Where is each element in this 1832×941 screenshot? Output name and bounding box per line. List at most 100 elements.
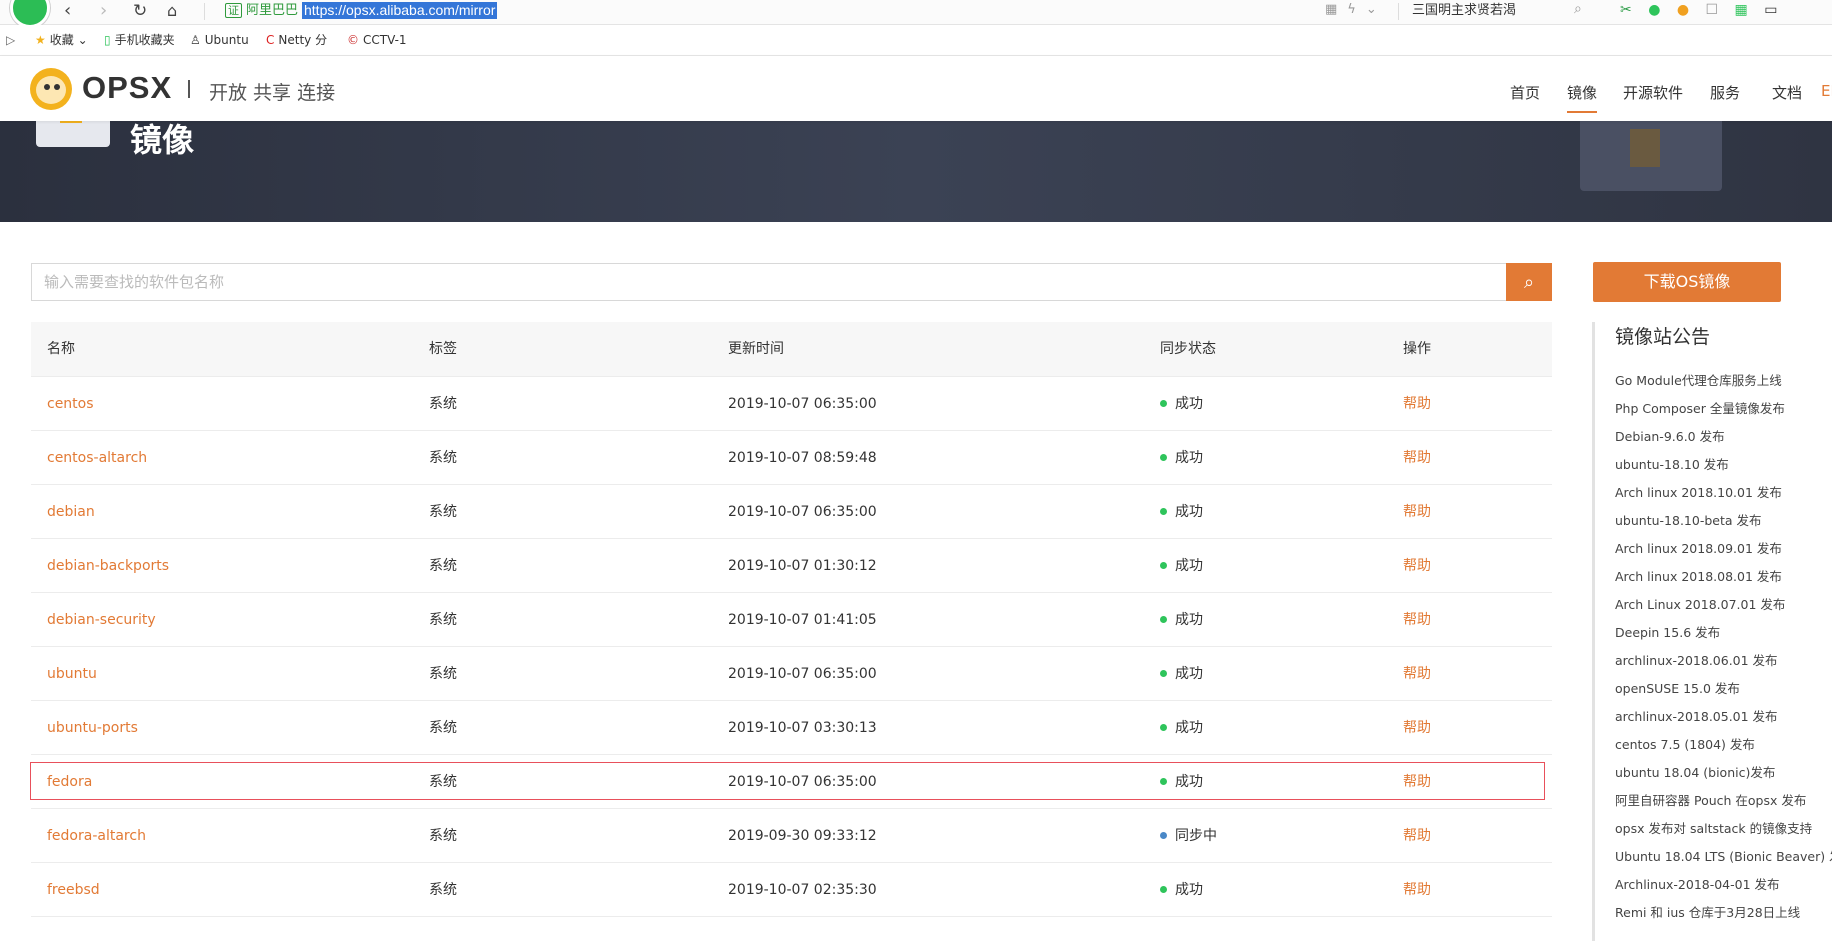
sync-status-label: 成功 [1175,396,1203,412]
help-link[interactable]: 帮助 [1403,377,1431,431]
nav-mirror[interactable]: 镜像 [1567,82,1598,113]
mirror-name-link[interactable]: centos [47,377,94,431]
scissors-icon[interactable]: ✂ [1620,2,1632,18]
page-title: 镜像 [130,121,195,159]
refresh-icon[interactable]: ↻ [133,1,147,21]
chevron-down-icon[interactable]: ⌄ [1366,2,1387,17]
help-link[interactable]: 帮助 [1403,593,1431,647]
announcement-item[interactable]: ubuntu-18.10-beta 发布 [1615,507,1832,535]
mirror-tag: 系统 [429,882,457,898]
nav-open-source[interactable]: 开源软件 [1623,82,1683,103]
bookmark-label: 收藏 [49,33,74,47]
help-link[interactable]: 帮助 [1403,863,1431,917]
announcement-item[interactable]: Arch linux 2018.09.01 发布 [1615,535,1832,563]
announcement-item[interactable]: openSUSE 15.0 发布 [1615,675,1832,703]
sync-status: 成功 [1160,485,1203,539]
announcement-item[interactable]: 阿里自研容器 Pouch 在opsx 发布 [1615,787,1832,815]
mirror-name-link[interactable]: centos-altarch [47,431,147,485]
lightning-icon[interactable]: ϟ [1347,2,1366,17]
announcement-item[interactable]: Deepin 15.6 发布 [1615,619,1832,647]
bookmark-favorites[interactable]: ★ 收藏 ⌄ [35,32,88,48]
announcement-item[interactable]: opsx 发布对 saltstack 的镜像支持 [1615,815,1832,843]
help-link[interactable]: 帮助 [1403,809,1431,863]
announcement-item[interactable]: Archlinux-2018-04-01 发布 [1615,871,1832,899]
status-dot-icon [1160,562,1167,569]
help-link[interactable]: 帮助 [1403,431,1431,485]
mirror-name-link[interactable]: fedora [47,755,92,809]
download-os-image-button[interactable]: 下载OS镜像 [1593,262,1781,302]
announcement-item[interactable]: archlinux-2018.06.01 发布 [1615,647,1832,675]
home-icon[interactable]: ⌂ [167,1,177,21]
announcement-item[interactable]: ubuntu-18.10 发布 [1615,451,1832,479]
search-icon[interactable]: ⌕ [1574,1,1582,17]
address-bar-tools[interactable]: ▦ϟ⌄ [1325,2,1387,17]
announcement-item[interactable]: Ubuntu 18.04 LTS (Bionic Beaver) 发布 [1615,843,1832,871]
certificate-label: 阿里巴巴 [246,3,299,18]
status-dot-icon [1160,670,1167,677]
mirror-name-link[interactable]: fedora-altarch [47,809,146,863]
forward-icon[interactable]: › [100,1,107,21]
table-header: 名称 标签 更新时间 同步状态 操作 [31,322,1552,377]
bookmark-mobile-favorites[interactable]: ▯ 手机收藏夹 [104,32,175,48]
mirror-updated-time: 2019-10-07 01:41:05 [728,612,877,628]
sync-status: 成功 [1160,431,1203,485]
nav-services[interactable]: 服务 [1710,82,1740,103]
back-icon[interactable]: ‹ [64,1,71,21]
mirror-updated-time: 2019-10-07 06:35:00 [728,396,877,412]
sidebar-toggle-icon[interactable]: ▷ [6,32,15,48]
mirror-name-link[interactable]: debian [47,485,95,539]
mirror-updated-time: 2019-10-07 01:30:12 [728,558,877,574]
translate-icon[interactable]: ● [1648,2,1660,18]
mirror-name-link[interactable]: ubuntu [47,647,97,701]
browser-logo-icon[interactable] [10,0,50,28]
nav-language[interactable]: EN [1821,82,1832,100]
search-input[interactable] [32,264,1516,300]
nav-docs[interactable]: 文档 [1772,82,1802,103]
brand-name[interactable]: OPSX [82,70,172,106]
qr-code-icon[interactable]: ▦ [1325,2,1347,17]
certificate-icon: 证 [225,3,242,18]
announcements-title: 镜像站公告 [1615,326,1711,348]
mirror-tag: 系统 [429,612,457,628]
mirror-table: 名称 标签 更新时间 同步状态 操作 centos 系统 2019-10-07 06… [31,322,1552,917]
face-icon[interactable]: ☐ [1706,2,1719,18]
bookmark-label: Ubuntu [204,33,249,47]
nav-home[interactable]: 首页 [1510,82,1540,103]
mirror-name-link[interactable]: debian-backports [47,539,169,593]
mirror-updated-time: 2019-10-07 03:30:13 [728,720,877,736]
coin-icon[interactable]: ● [1677,2,1689,18]
browser-search-field[interactable]: 三国明主求贤若渴 [1412,2,1516,20]
help-link[interactable]: 帮助 [1403,539,1431,593]
announcement-item[interactable]: Arch Linux 2018.07.01 发布 [1615,591,1832,619]
help-link[interactable]: 帮助 [1403,647,1431,701]
certificate-badge[interactable]: 证阿里巴巴 [225,2,298,20]
announcement-item[interactable]: Php Composer 全量镜像发布 [1615,395,1832,423]
sync-status: 成功 [1160,539,1203,593]
mirror-updated-time: 2019-10-07 06:35:00 [728,504,877,520]
address-bar[interactable]: https://opsx.alibaba.com/mirror [302,2,498,19]
opsx-mascot-logo-icon[interactable] [30,68,72,110]
battery-icon[interactable]: ▭ [1764,2,1777,18]
help-link[interactable]: 帮助 [1403,755,1431,809]
penguin-icon: ♙ [190,33,201,47]
help-link[interactable]: 帮助 [1403,485,1431,539]
announcement-item[interactable]: Arch linux 2018.08.01 发布 [1615,563,1832,591]
announcement-item[interactable]: Go Module代理仓库服务上线 [1615,367,1832,395]
bookmark-cctv[interactable]: © CCTV-1 [347,32,407,48]
announcement-item[interactable]: ubuntu 18.04 (bionic)发布 [1615,759,1832,787]
announcement-item[interactable]: Arch linux 2018.10.01 发布 [1615,479,1832,507]
announcement-item[interactable]: centos 7.5 (1804) 发布 [1615,731,1832,759]
help-link[interactable]: 帮助 [1403,701,1431,755]
bookmark-ubuntu[interactable]: ♙ Ubuntu [190,32,249,48]
announcement-item[interactable]: Debian-9.6.0 发布 [1615,423,1832,451]
announcement-item[interactable]: Remi 和 ius 仓库于3月28日上线 [1615,899,1832,927]
mirror-updated-time: 2019-10-07 06:35:00 [728,774,877,790]
mirror-name-link[interactable]: freebsd [47,863,100,917]
apps-grid-icon[interactable]: ▦ [1735,2,1748,18]
extension-icons[interactable]: ✂ ● ● ☐ ▦ ▭ [1620,2,1789,18]
mirror-name-link[interactable]: debian-security [47,593,156,647]
bookmark-netty[interactable]: C Netty 分 [266,32,327,48]
search-button[interactable]: ⌕ [1506,263,1552,301]
mirror-name-link[interactable]: ubuntu-ports [47,701,138,755]
announcement-item[interactable]: archlinux-2018.05.01 发布 [1615,703,1832,731]
